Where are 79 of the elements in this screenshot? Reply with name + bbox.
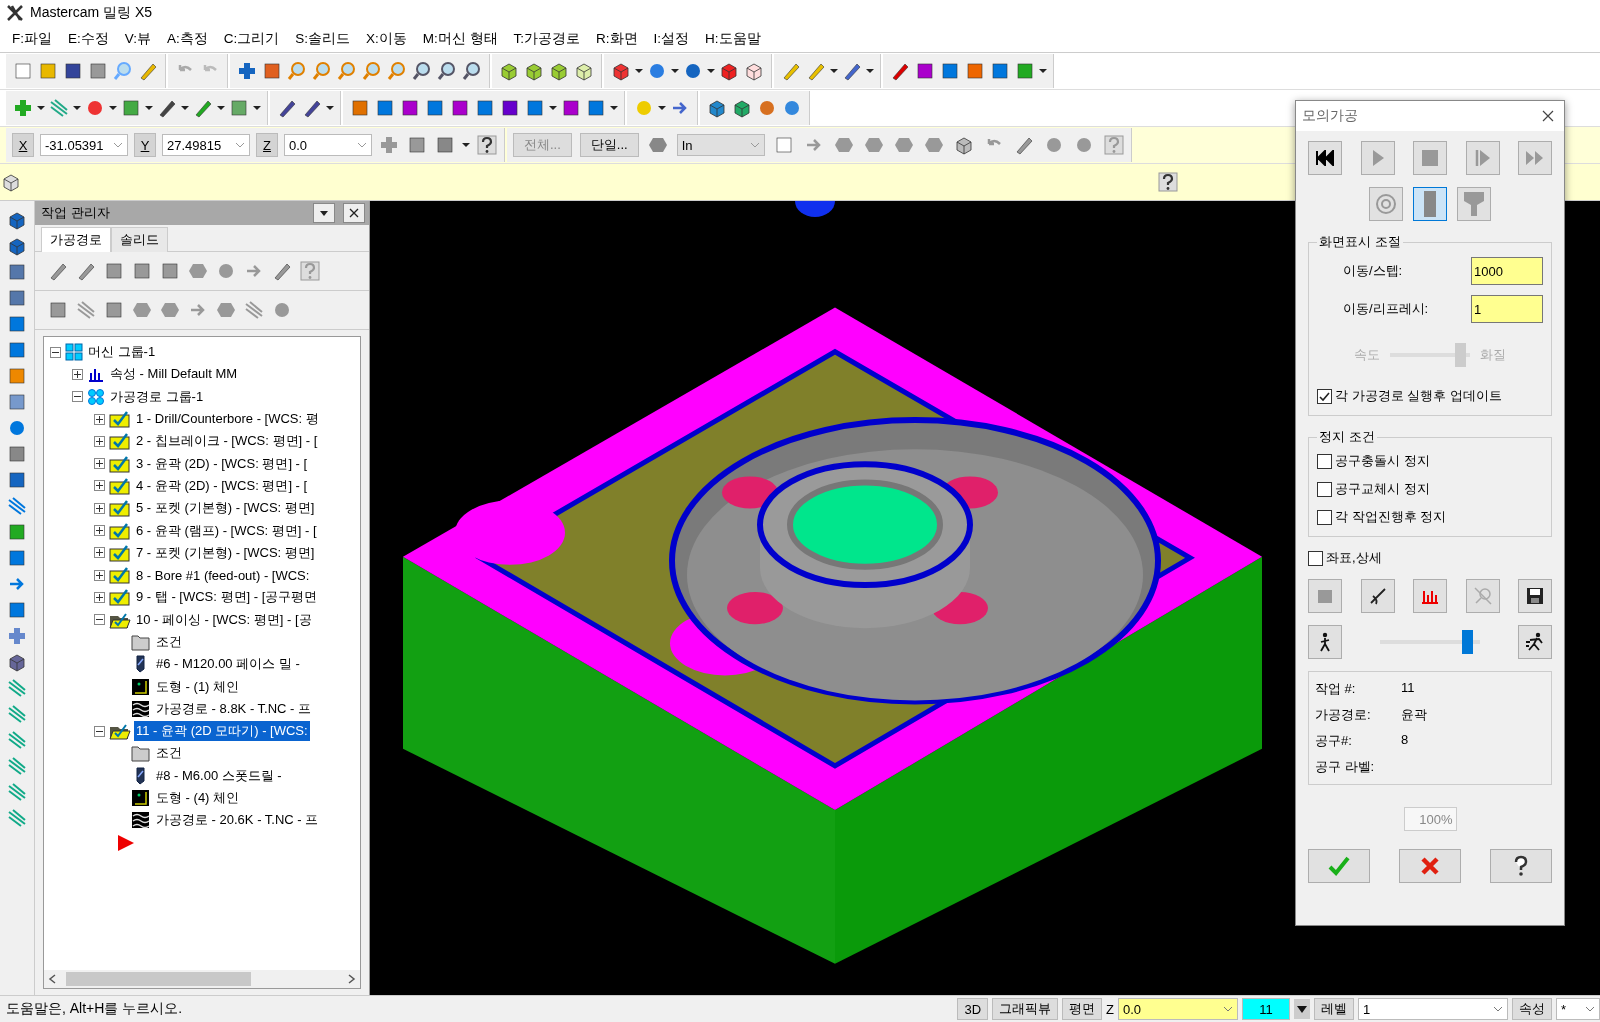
menu-item[interactable]: C:그리기 [215,30,288,48]
tab[interactable]: 가공경로 [41,227,111,252]
panel-title: 작업 관리자 [41,204,110,222]
menu-item[interactable]: A:측정 [159,30,216,48]
tree-item[interactable]: 8 - Bore #1 (feed-out) - [WCS: [134,566,312,584]
field-label: 이동/리프레시: [1343,300,1429,318]
level-button[interactable]: 레벨 [1314,998,1354,1020]
tree-item[interactable]: 2 - 칩브레이크 - [WCS: 평면] - [ [134,431,320,452]
menu-item[interactable]: T:가공경로 [505,30,589,48]
x-label[interactable]: X [12,133,34,157]
slider-label: 화질 [1480,346,1506,364]
y-field[interactable]: 27.49815 [162,134,250,156]
y-label[interactable]: Y [134,133,156,157]
tree-item[interactable]: 머신 그룹-1 [86,342,158,363]
tree-item[interactable]: 도형 - (1) 체인 [154,676,242,697]
menu-item[interactable]: S:솔리드 [287,30,359,48]
tree-item[interactable]: 10 - 페이싱 - [WCS: 평면] - [공 [134,609,314,630]
point-style-field[interactable]: * [1556,998,1600,1020]
tree-item[interactable]: 조건 [154,743,184,764]
input-field[interactable]: 1 [1471,295,1543,323]
menu-item[interactable]: F:파일 [4,30,60,48]
tree-item[interactable]: 3 - 윤곽 (2D) - [WCS: 평면] - [ [134,453,310,474]
group-title: 화면표시 조절 [1318,233,1402,251]
info-label: 가공경로: [1315,706,1372,724]
menu-item[interactable]: H:도움말 [697,30,769,48]
menu-item[interactable]: I:설정 [645,30,698,48]
3d-button[interactable]: 3D [957,998,989,1020]
tree-item[interactable]: 7 - 포켓 (기본형) - [WCS: 평면] [134,542,317,563]
info-label: 작업 #: [1315,680,1357,698]
input-field[interactable]: 1000 [1471,257,1543,285]
checkbox[interactable]: 공구충돌시 정지 [1317,452,1543,470]
menu-item[interactable]: E:수정 [60,30,117,48]
menu-item[interactable]: V:뷰 [116,30,160,48]
info-value: 11 [1401,680,1416,697]
dialog-title: 모의가공 [1302,107,1358,125]
tree-item[interactable]: #6 - M120.00 페이스 밀 - [154,654,302,675]
z-label[interactable]: Z [256,133,278,157]
level-field[interactable]: 1 [1358,998,1508,1020]
progress-field: 100% [1403,807,1457,831]
info-label: 공구 라벨: [1315,758,1376,776]
tab[interactable]: 솔리드 [111,227,168,252]
units-dropdown[interactable]: In [676,134,765,156]
checkbox[interactable]: 각 작업진행후 정지 [1317,508,1543,526]
checkbox[interactable]: 좌표,상세 [1308,549,1552,567]
info-label: 공구#: [1315,732,1353,750]
tree-item[interactable]: 가공경로 - 20.6K - T.NC - 프 [154,810,321,831]
group-title: 정지 조건 [1318,428,1376,446]
tree-item[interactable]: 속성 - Mill Default MM [108,364,240,385]
slider-label: 속도 [1354,346,1380,364]
z-depth-field[interactable]: 0.0 [1118,998,1238,1020]
tree-item[interactable]: 조건 [154,632,184,652]
graphics-view-button[interactable]: 그래픽뷰 [992,998,1059,1020]
tree-item[interactable]: 6 - 윤곽 (램프) - [WCS: 평면] - [ [134,520,319,541]
tree-item[interactable]: 5 - 포켓 (기본형) - [WCS: 평면] [134,498,317,519]
window-title: Mastercam 밀링 X5 [30,4,153,22]
tree-item[interactable]: #8 - M6.00 스폿드릴 - [154,765,284,786]
tree-item[interactable]: 9 - 탭 - [WCS: 평면] - [공구평면 [134,587,320,608]
attributes-button[interactable]: 속성 [1512,998,1552,1020]
menu-item[interactable]: X:이동 [358,30,415,48]
info-value: 윤곽 [1401,706,1428,724]
checkbox[interactable]: 각 가공경로 실행후 업데이트 [1317,387,1543,405]
menu-item[interactable]: R:화면 [588,30,646,48]
color-field[interactable]: 11 [1242,998,1290,1020]
status-text: 도움말은, Alt+H를 누르시오. [5,1000,183,1018]
info-value: 8 [1401,732,1410,749]
z-label: Z [1106,1001,1114,1017]
tree-item[interactable]: 1 - Drill/Counterbore - [WCS: 평 [134,409,321,430]
tree-item[interactable]: 가공경로 - 8.8K - T.NC - 프 [154,698,314,719]
tree-item[interactable]: 가공경로 그룹-1 [108,386,206,407]
checkbox[interactable]: 공구교체시 정지 [1317,480,1543,498]
tree-item[interactable]: 도형 - (4) 체인 [154,788,242,809]
plane-button[interactable]: 평면 [1062,998,1103,1020]
tree-item[interactable]: 11 - 윤곽 (2D 모따기) - [WCS: [134,721,310,742]
single-button[interactable]: 단일... [579,133,639,157]
x-field[interactable]: -31.05391 [40,134,128,156]
menu-item[interactable]: M:머신 형태 [414,30,506,48]
field-label: 이동/스텝: [1343,262,1403,280]
z-field[interactable]: 0.0 [284,134,372,156]
tree-item[interactable]: 4 - 윤곽 (2D) - [WCS: 평면] - [ [134,475,310,496]
